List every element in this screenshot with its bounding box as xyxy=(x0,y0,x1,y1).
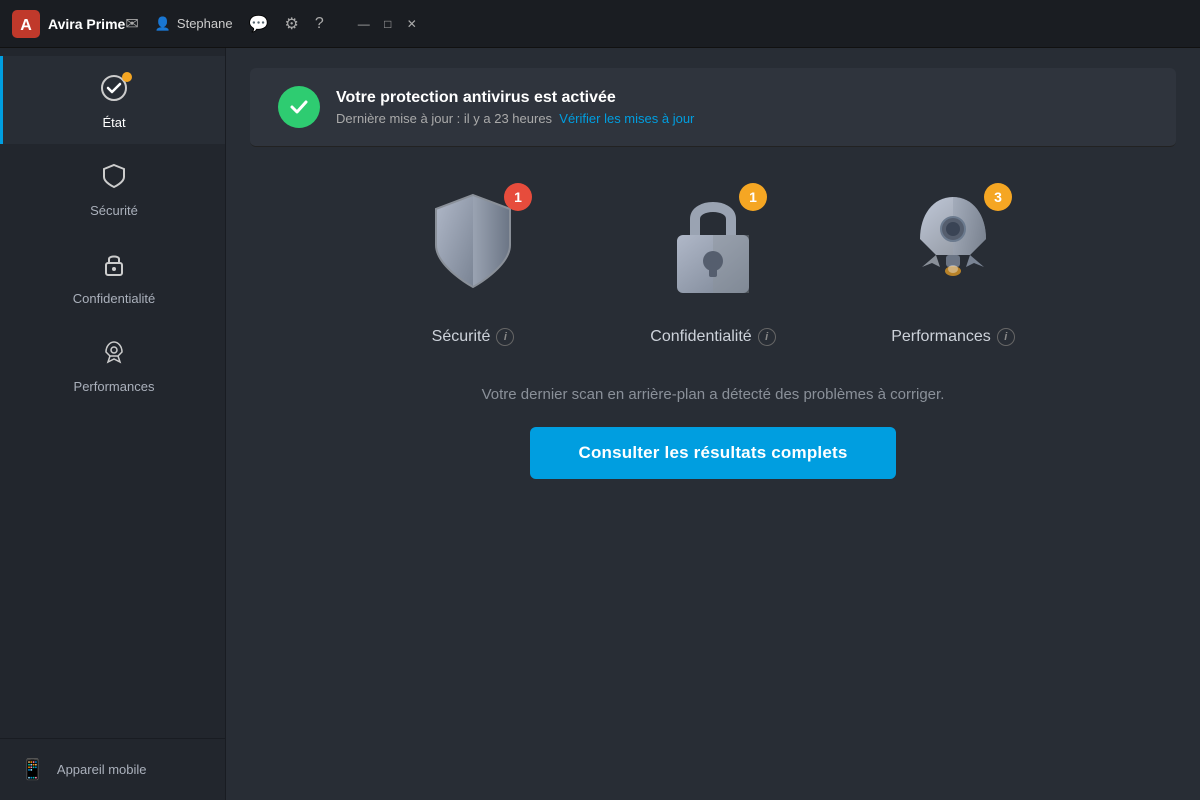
securite-info-icon[interactable]: i xyxy=(496,328,514,346)
close-button[interactable]: ✕ xyxy=(404,16,420,32)
securite-badge: 1 xyxy=(504,183,532,211)
status-update-text: Dernière mise à jour : il y a 23 heures xyxy=(336,111,552,126)
confidentialite-badge: 1 xyxy=(739,183,767,211)
app-title: Avira Prime xyxy=(48,16,125,32)
lock-nav-icon xyxy=(100,250,128,285)
sidebar-confidentialite-label: Confidentialité xyxy=(73,291,155,306)
performances-card-label: Performances i xyxy=(891,328,1015,346)
sidebar-securite-label: Sécurité xyxy=(90,203,138,218)
chat-icon[interactable]: 💬 xyxy=(249,14,269,34)
main-content: Votre protection antivirus est activée D… xyxy=(226,48,1200,800)
card-performances[interactable]: 3 xyxy=(863,187,1043,346)
sidebar-item-performances[interactable]: Performances xyxy=(0,320,225,408)
sidebar-item-etat[interactable]: État xyxy=(0,56,225,144)
scan-result-section: Votre dernier scan en arrière-plan a dét… xyxy=(226,366,1200,509)
confidentialite-icon-wrap: 1 xyxy=(663,187,763,312)
shield-nav-icon xyxy=(100,162,128,197)
sidebar-item-securite[interactable]: Sécurité xyxy=(0,144,225,232)
scan-result-text: Votre dernier scan en arrière-plan a dét… xyxy=(482,386,945,403)
confidentialite-card-label: Confidentialité i xyxy=(650,328,775,346)
status-subtitle: Dernière mise à jour : il y a 23 heures … xyxy=(336,111,694,126)
rocket-nav-icon xyxy=(100,338,128,373)
username-label: Stephane xyxy=(177,16,233,31)
confidentialite-info-icon[interactable]: i xyxy=(758,328,776,346)
etat-icon xyxy=(100,74,128,109)
cards-section: 1 xyxy=(226,147,1200,366)
mobile-icon: 📱 xyxy=(20,757,45,782)
notification-dot xyxy=(122,72,132,82)
app-body: État Sécurité Confidentialité xyxy=(0,48,1200,800)
avira-icon: A xyxy=(12,10,40,38)
securite-card-label: Sécurité i xyxy=(432,328,515,346)
performances-info-icon[interactable]: i xyxy=(997,328,1015,346)
help-icon[interactable]: ? xyxy=(315,15,324,33)
sidebar-etat-label: État xyxy=(102,115,125,130)
card-confidentialite[interactable]: 1 xyxy=(623,187,803,346)
performances-icon-wrap: 3 xyxy=(898,187,1008,312)
confidentialite-label-text: Confidentialité xyxy=(650,328,751,346)
securite-icon-wrap: 1 xyxy=(418,187,528,312)
performances-label-text: Performances xyxy=(891,328,991,346)
svg-text:A: A xyxy=(20,17,32,34)
sidebar: État Sécurité Confidentialité xyxy=(0,48,226,800)
sidebar-item-confidentialite[interactable]: Confidentialité xyxy=(0,232,225,320)
status-title: Votre protection antivirus est activée xyxy=(336,89,694,107)
minimize-button[interactable]: — xyxy=(356,16,372,32)
sidebar-item-mobile[interactable]: 📱 Appareil mobile xyxy=(0,739,225,800)
user-section[interactable]: 👤 Stephane xyxy=(155,16,233,32)
securite-label-text: Sécurité xyxy=(432,328,491,346)
consult-button[interactable]: Consulter les résultats complets xyxy=(530,427,895,479)
mobile-label: Appareil mobile xyxy=(57,762,147,777)
status-check-icon xyxy=(278,86,320,128)
maximize-button[interactable]: □ xyxy=(380,16,396,32)
sidebar-bottom: 📱 Appareil mobile xyxy=(0,738,225,800)
status-text: Votre protection antivirus est activée D… xyxy=(336,89,694,126)
performances-badge: 3 xyxy=(984,183,1012,211)
title-bar: A Avira Prime ✉ 👤 Stephane 💬 ⚙ ? — □ ✕ xyxy=(0,0,1200,48)
title-bar-actions: ✉ 👤 Stephane 💬 ⚙ ? — □ ✕ xyxy=(125,14,419,34)
verify-updates-link[interactable]: Vérifier les mises à jour xyxy=(559,111,694,126)
status-bar: Votre protection antivirus est activée D… xyxy=(250,68,1176,147)
user-icon: 👤 xyxy=(155,16,171,32)
mail-icon[interactable]: ✉ xyxy=(125,14,138,34)
app-logo: A Avira Prime xyxy=(12,10,125,38)
settings-icon[interactable]: ⚙ xyxy=(285,14,299,34)
window-controls: — □ ✕ xyxy=(356,16,420,32)
card-securite[interactable]: 1 xyxy=(383,187,563,346)
sidebar-performances-label: Performances xyxy=(74,379,155,394)
